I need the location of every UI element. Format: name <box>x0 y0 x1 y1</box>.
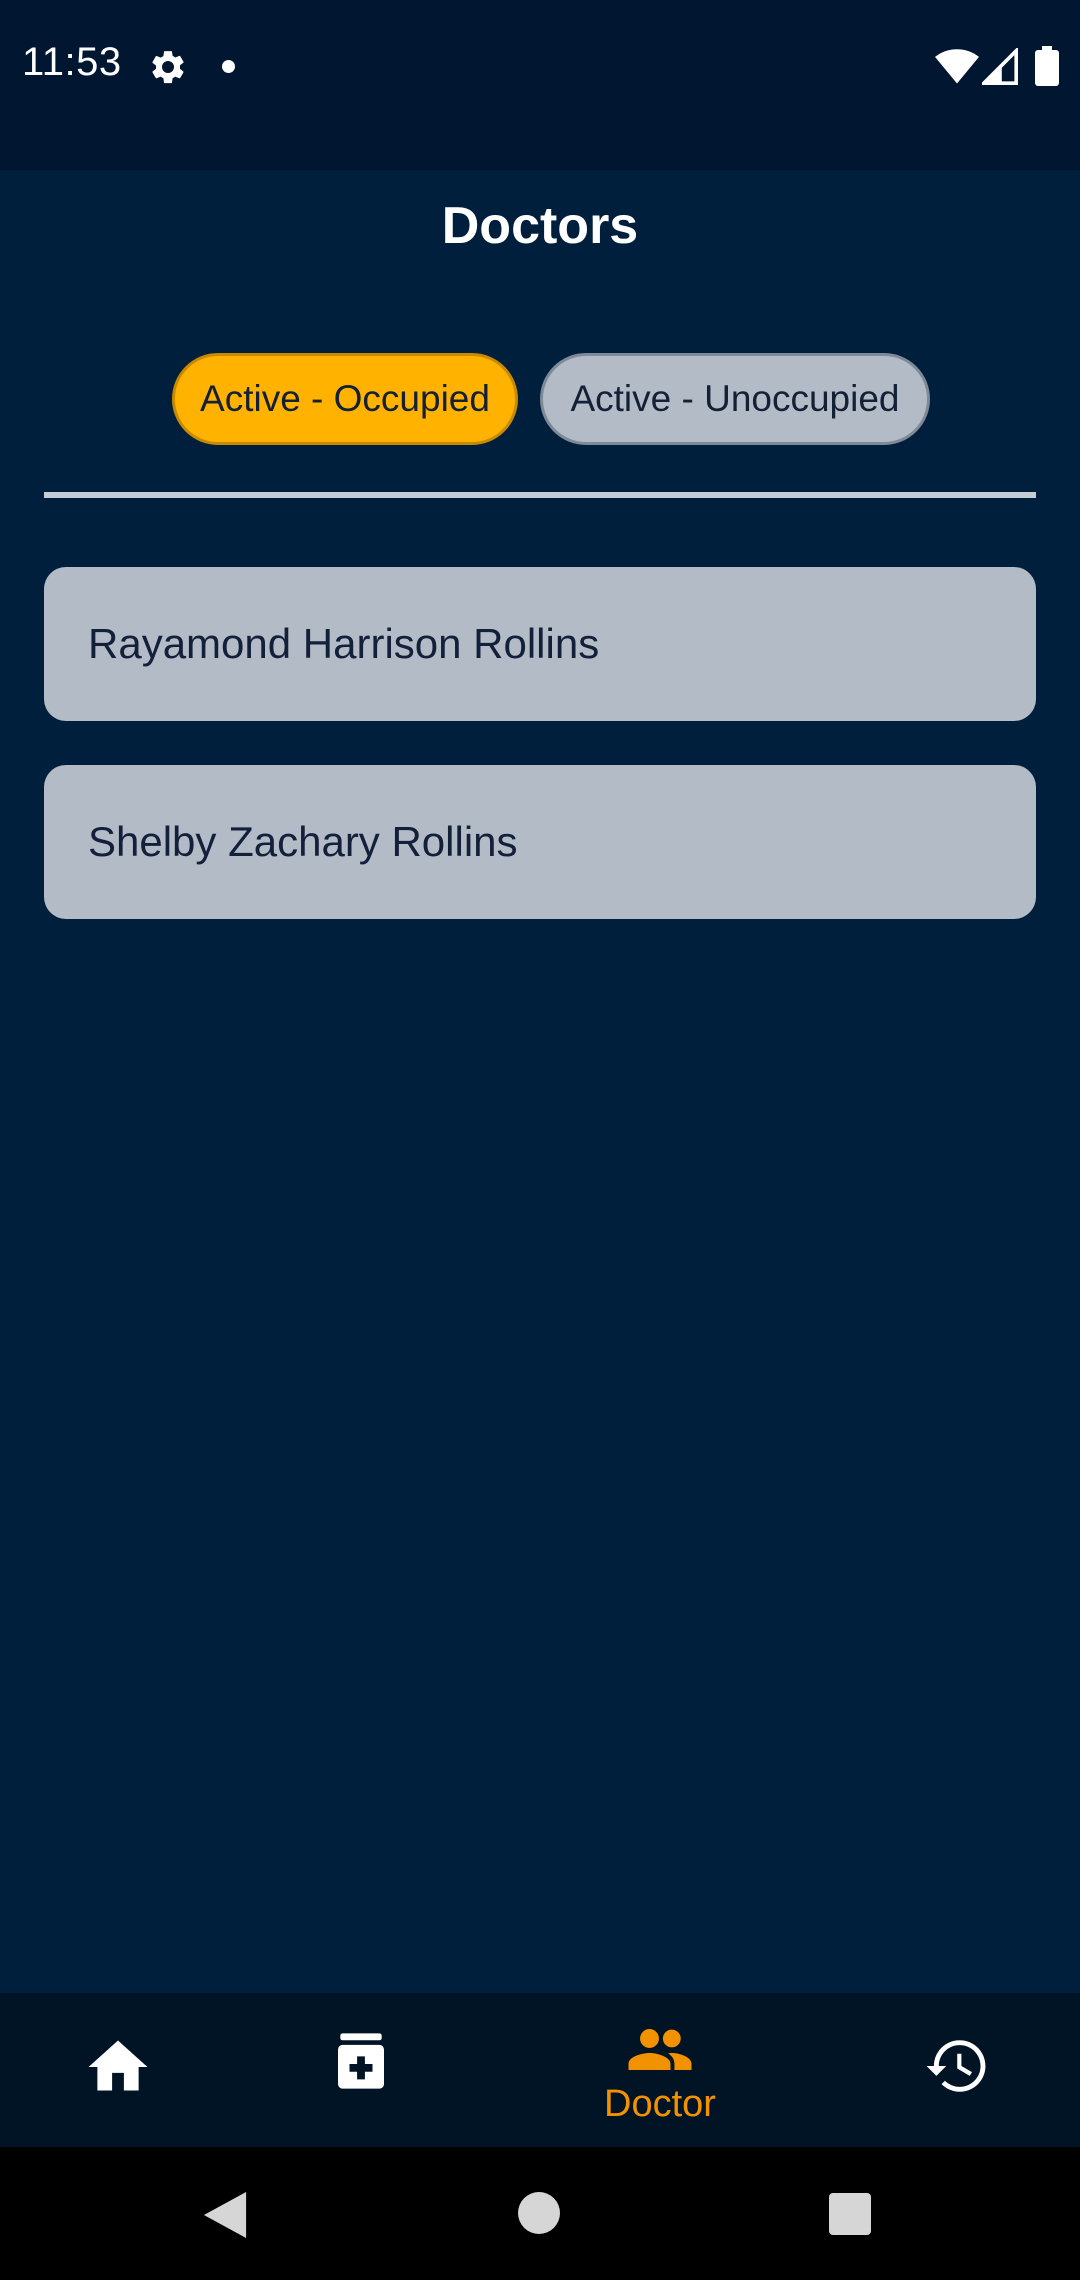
history-icon <box>926 2040 986 2092</box>
nav-home[interactable] <box>80 1993 160 2147</box>
back-icon[interactable] <box>203 2192 247 2238</box>
doctor-name: Rayamond Harrison Rollins <box>88 620 600 667</box>
nav-pharmacy[interactable] <box>320 1993 400 2147</box>
status-bar: 11:53 <box>0 0 1080 170</box>
home-icon <box>88 2040 148 2091</box>
status-time: 11:53 <box>22 40 122 84</box>
home-button[interactable] <box>518 2192 560 2234</box>
divider <box>44 492 1036 498</box>
signal-icon <box>982 48 1018 85</box>
recents-button[interactable] <box>829 2193 871 2235</box>
bottom-nav: Doctor <box>0 1993 1080 2147</box>
nav-history[interactable] <box>918 1993 998 2147</box>
people-icon <box>628 2029 692 2070</box>
gear-icon <box>152 51 184 84</box>
notification-dot <box>222 60 235 73</box>
filter-chip-active-unoccupied[interactable]: Active - Unoccupied <box>540 353 930 445</box>
nav-doctor[interactable]: Doctor <box>580 1993 740 2147</box>
wifi-icon <box>935 49 979 84</box>
doctor-name: Shelby Zachary Rollins <box>88 818 518 865</box>
filter-chip-active-occupied[interactable]: Active - Occupied <box>172 353 518 445</box>
battery-icon <box>1035 46 1059 86</box>
filter-chip-label: Active - Unoccupied <box>570 378 900 419</box>
doctor-list-item[interactable]: Rayamond Harrison Rollins <box>44 567 1036 721</box>
doctor-list-item[interactable]: Shelby Zachary Rollins <box>44 765 1036 919</box>
nav-doctor-label: Doctor <box>604 2083 716 2125</box>
filter-chip-label: Active - Occupied <box>200 378 490 419</box>
page-title: Doctors <box>441 197 639 255</box>
medicine-icon <box>338 2033 384 2089</box>
